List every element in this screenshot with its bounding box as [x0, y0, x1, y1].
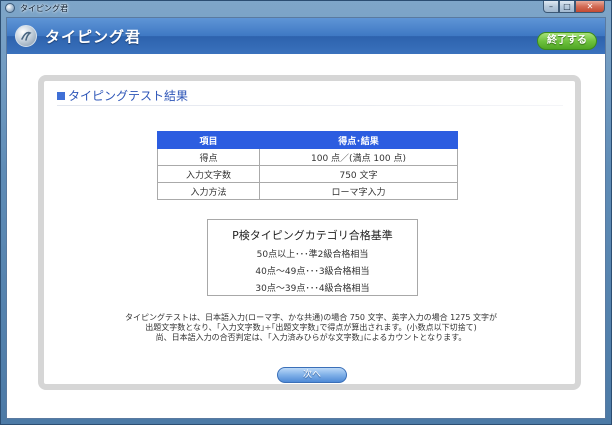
table-row: 入力文字数 750 文字 [157, 165, 458, 183]
result-table: 項目 得点･結果 得点 100 点／(満点 100 点) 入力文字数 750 文… [157, 131, 458, 200]
row-value: 750 文字 [259, 165, 458, 183]
explanation-notes: タイピングテストは、日本語入力(ローマ字、かな共通)の場合 750 文字、英字入… [58, 313, 564, 343]
table-header-row: 項目 得点･結果 [157, 131, 458, 149]
criteria-line: 40点～49点･･･3級合格相当 [255, 267, 370, 277]
next-button[interactable]: 次へ [277, 367, 347, 383]
section-divider [57, 105, 563, 106]
criteria-title: P検タイピングカテゴリ合格基準 [232, 229, 393, 242]
section-heading: タイピングテスト結果 [57, 87, 188, 104]
note-line: タイピングテストは、日本語入力(ローマ字、かな共通)の場合 750 文字、英字入… [124, 313, 498, 322]
close-button[interactable]: ✕ [575, 1, 605, 13]
row-value: ローマ字入力 [259, 182, 458, 200]
criteria-line: 50点以上･･･準2級合格相当 [256, 250, 369, 260]
table-row: 得点 100 点／(満点 100 点) [157, 148, 458, 166]
app-title: タイピング君 [45, 27, 142, 46]
note-line: 出題文字数となり、｢入力文字数｣÷｢出題文字数｣で得点が算出されます。(小数点以… [145, 323, 477, 332]
square-bullet-icon [57, 92, 65, 100]
app-header: タイピング君 終了する [7, 18, 605, 54]
minimize-button[interactable]: – [543, 1, 559, 13]
window-frame: タイピング君 – □ ✕ タイピング君 終了する タイピングテスト結果 項目 得… [0, 0, 612, 425]
maximize-button[interactable]: □ [559, 1, 575, 13]
note-line: 尚、日本語入力の合否判定は、｢入力済みひらがな文字数｣によるカウントとなります。 [155, 333, 467, 342]
title-bar[interactable]: タイピング君 – □ ✕ [1, 1, 611, 15]
typing-logo-glyph [21, 31, 32, 41]
typing-logo-icon [15, 25, 37, 47]
client-area: タイピング君 終了する タイピングテスト結果 項目 得点･結果 得点 100 点… [6, 17, 606, 419]
quit-button[interactable]: 終了する [537, 32, 597, 50]
row-label: 入力方法 [157, 182, 260, 200]
result-panel: タイピングテスト結果 項目 得点･結果 得点 100 点／(満点 100 点) [38, 75, 581, 390]
window-title: タイピング君 [20, 3, 68, 13]
criteria-box: P検タイピングカテゴリ合格基準 50点以上･･･準2級合格相当 40点～49点･… [207, 219, 418, 296]
caption-buttons: – □ ✕ [543, 1, 605, 13]
column-header-item: 項目 [157, 131, 260, 149]
app-icon [5, 3, 15, 13]
row-label: 入力文字数 [157, 165, 260, 183]
column-header-result: 得点･結果 [259, 131, 458, 149]
row-value: 100 点／(満点 100 点) [259, 148, 458, 166]
section-title-text: タイピングテスト結果 [68, 89, 189, 103]
row-label: 得点 [157, 148, 260, 166]
criteria-line: 30点～39点･･･4級合格相当 [255, 284, 370, 294]
table-row: 入力方法 ローマ字入力 [157, 182, 458, 200]
